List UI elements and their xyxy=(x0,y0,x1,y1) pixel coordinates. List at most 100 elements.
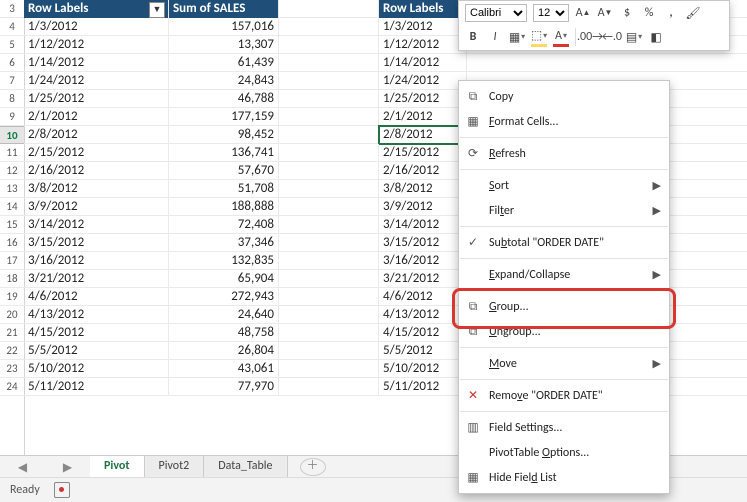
date-cell-2[interactable]: 5/5/2012 xyxy=(379,342,467,360)
add-sheet-button[interactable]: ＋ xyxy=(300,458,326,476)
date-cell[interactable]: 4/15/2012 xyxy=(24,324,169,342)
decrease-font-icon[interactable]: A▼ xyxy=(597,5,613,21)
menu-refresh[interactable]: ⟳Refresh xyxy=(459,141,669,166)
tab-nav-prev-icon[interactable]: ◀ xyxy=(18,460,27,475)
value-cell[interactable]: 157,016 xyxy=(169,18,279,36)
date-cell-2[interactable]: 3/16/2012 xyxy=(379,252,467,270)
date-cell-2[interactable]: 5/11/2012 xyxy=(379,378,467,396)
date-cell-2[interactable]: 3/21/2012 xyxy=(379,270,467,288)
date-cell-2[interactable]: 4/13/2012 xyxy=(379,306,467,324)
value-cell[interactable]: 72,408 xyxy=(169,216,279,234)
value-cell[interactable]: 24,843 xyxy=(169,72,279,90)
value-cell[interactable]: 177,159 xyxy=(169,108,279,126)
menu-hide-field-list[interactable]: ▦Hide Field List xyxy=(459,465,669,490)
increase-font-icon[interactable]: A▲ xyxy=(575,5,591,21)
date-cell[interactable]: 5/5/2012 xyxy=(24,342,169,360)
date-cell[interactable]: 3/16/2012 xyxy=(24,252,169,270)
date-cell-2[interactable]: 3/8/2012 xyxy=(379,180,467,198)
value-cell[interactable]: 77,970 xyxy=(169,378,279,396)
date-cell-2[interactable]: 1/12/2012 xyxy=(379,36,467,54)
date-cell[interactable]: 3/8/2012 xyxy=(24,180,169,198)
date-cell[interactable]: 1/24/2012 xyxy=(24,72,169,90)
date-cell-2[interactable]: 3/15/2012 xyxy=(379,234,467,252)
font-size-select[interactable]: 12 xyxy=(533,4,569,22)
decrease-decimal-icon[interactable]: ←.0 xyxy=(604,29,620,45)
date-cell[interactable]: 2/1/2012 xyxy=(24,108,169,126)
date-cell[interactable]: 4/6/2012 xyxy=(24,288,169,306)
merge-icon[interactable]: ▤ xyxy=(626,29,642,45)
menu-field-settings[interactable]: ▥Field Settings... xyxy=(459,415,669,440)
format-painter-icon[interactable]: 🖌 xyxy=(685,5,701,21)
date-cell-2[interactable]: 4/6/2012 xyxy=(379,288,467,306)
date-cell-2[interactable]: 2/15/2012 xyxy=(379,144,467,162)
date-cell-2[interactable]: 4/15/2012 xyxy=(379,324,467,342)
percent-format-icon[interactable]: % xyxy=(641,5,657,21)
date-cell[interactable]: 1/12/2012 xyxy=(24,36,169,54)
date-cell-2[interactable]: 2/8/2012 xyxy=(379,126,467,144)
value-cell[interactable]: 43,061 xyxy=(169,360,279,378)
bold-icon[interactable]: B xyxy=(465,29,481,45)
value-cell[interactable]: 46,788 xyxy=(169,90,279,108)
sheet-tab[interactable]: Data_Table xyxy=(204,456,287,477)
sheet-tab[interactable]: Pivot2 xyxy=(145,456,205,477)
date-cell[interactable]: 2/16/2012 xyxy=(24,162,169,180)
value-cell[interactable]: 13,307 xyxy=(169,36,279,54)
tab-nav[interactable]: ◀▶ xyxy=(0,460,90,475)
date-cell-2[interactable]: 1/24/2012 xyxy=(379,72,467,90)
date-cell[interactable]: 5/10/2012 xyxy=(24,360,169,378)
date-cell-2[interactable]: 5/10/2012 xyxy=(379,360,467,378)
menu-expand-collapse[interactable]: Expand/Collapse▶ xyxy=(459,262,669,287)
font-name-select[interactable]: Calibri xyxy=(465,4,527,22)
value-cell[interactable]: 51,708 xyxy=(169,180,279,198)
menu-copy[interactable]: ⧉Copy xyxy=(459,84,669,109)
date-cell-2[interactable]: 1/14/2012 xyxy=(379,54,467,72)
date-cell[interactable]: 3/14/2012 xyxy=(24,216,169,234)
value-cell[interactable]: 272,943 xyxy=(169,288,279,306)
value-cell[interactable]: 65,904 xyxy=(169,270,279,288)
cell-styles-icon[interactable]: ◧ xyxy=(648,29,664,45)
date-cell-2[interactable]: 2/16/2012 xyxy=(379,162,467,180)
value-cell[interactable]: 188,888 xyxy=(169,198,279,216)
date-cell[interactable]: 3/15/2012 xyxy=(24,234,169,252)
date-cell-2[interactable]: 3/9/2012 xyxy=(379,198,467,216)
tab-nav-next-icon[interactable]: ▶ xyxy=(63,460,72,475)
date-cell[interactable]: 3/21/2012 xyxy=(24,270,169,288)
value-cell[interactable]: 48,758 xyxy=(169,324,279,342)
value-cell[interactable]: 26,804 xyxy=(169,342,279,360)
font-color-icon[interactable]: A xyxy=(553,28,569,47)
macro-record-icon[interactable] xyxy=(54,482,70,498)
accounting-format-icon[interactable]: $ xyxy=(619,5,635,21)
menu-pivottable-options[interactable]: PivotTable Options... xyxy=(459,440,669,465)
menu-sort[interactable]: Sort▶ xyxy=(459,173,669,198)
value-cell[interactable]: 37,346 xyxy=(169,234,279,252)
date-cell[interactable]: 1/3/2012 xyxy=(24,18,169,36)
sheet-tab[interactable]: Pivot xyxy=(90,456,145,479)
filter-dropdown-icon[interactable]: ▼ xyxy=(149,2,165,18)
date-cell[interactable]: 2/15/2012 xyxy=(24,144,169,162)
borders-icon[interactable]: ▦ xyxy=(509,29,525,45)
date-cell-2[interactable]: 1/25/2012 xyxy=(379,90,467,108)
pivot-row-labels-header[interactable]: Row Labels▼ xyxy=(24,0,169,18)
date-cell-2[interactable]: 1/3/2012 xyxy=(379,18,467,36)
italic-icon[interactable]: I xyxy=(487,29,503,45)
date-cell[interactable]: 2/8/2012 xyxy=(24,126,169,144)
date-cell[interactable]: 3/9/2012 xyxy=(24,198,169,216)
menu-group[interactable]: ⧉Group... xyxy=(459,294,669,319)
menu-move[interactable]: Move▶ xyxy=(459,351,669,376)
value-cell[interactable]: 24,640 xyxy=(169,306,279,324)
menu-ungroup[interactable]: ⧉Ungroup... xyxy=(459,319,669,344)
pivot-row-labels-header-2[interactable]: Row Labels xyxy=(379,0,467,18)
comma-format-icon[interactable]: , xyxy=(663,5,679,21)
date-cell[interactable]: 1/25/2012 xyxy=(24,90,169,108)
date-cell-2[interactable]: 2/1/2012 xyxy=(379,108,467,126)
value-cell[interactable]: 136,741 xyxy=(169,144,279,162)
date-cell[interactable]: 5/11/2012 xyxy=(24,378,169,396)
menu-format-cells[interactable]: ▦Format Cells... xyxy=(459,109,669,134)
date-cell-2[interactable]: 3/14/2012 xyxy=(379,216,467,234)
value-cell[interactable]: 98,452 xyxy=(169,126,279,144)
value-cell[interactable]: 61,439 xyxy=(169,54,279,72)
menu-subtotal[interactable]: ✓Subtotal "ORDER DATE" xyxy=(459,230,669,255)
date-cell[interactable]: 1/14/2012 xyxy=(24,54,169,72)
menu-remove[interactable]: ✕Remove "ORDER DATE" xyxy=(459,383,669,408)
increase-decimal-icon[interactable]: .00→ xyxy=(582,29,598,45)
